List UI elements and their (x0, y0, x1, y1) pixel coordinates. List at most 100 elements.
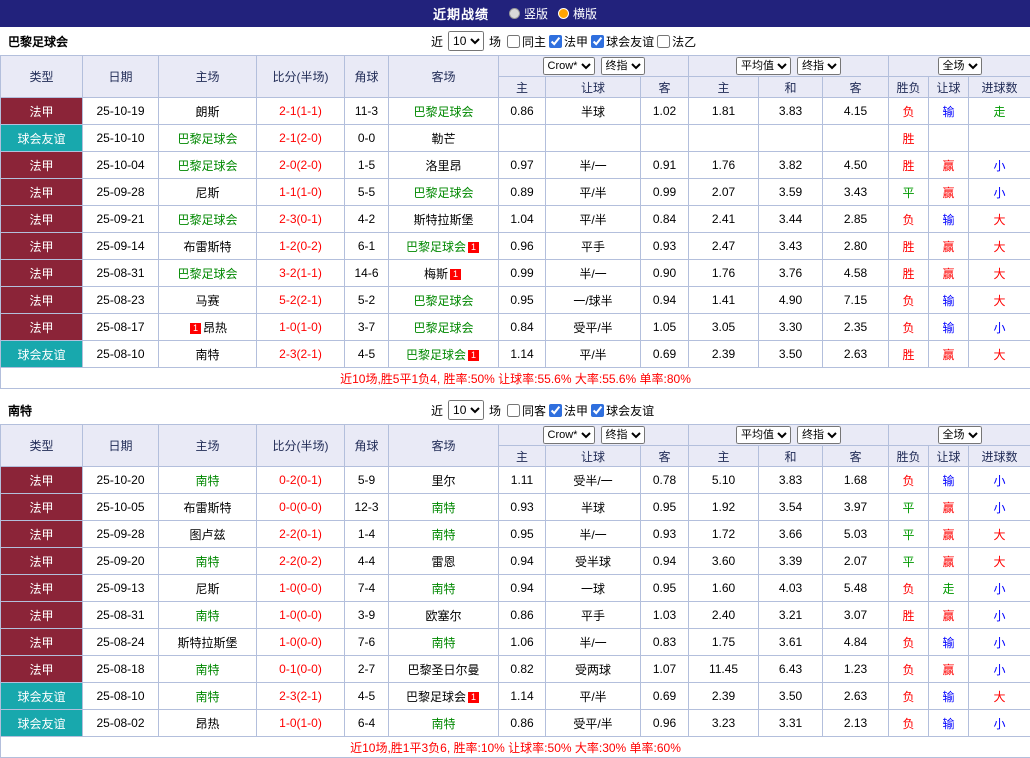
avg-home-cell: 1.92 (689, 494, 759, 521)
odds-away-cell: 0.91 (641, 152, 689, 179)
team-section: 南特近10场同客法甲球会友谊类型日期主场比分(半场)角球客场Crow*终指平均值… (0, 396, 1030, 758)
avg-away-cell: 4.84 (823, 629, 889, 656)
filter-checkbox[interactable] (657, 35, 670, 48)
league-label: 法甲 (29, 609, 53, 623)
filter-option-label: 球会友谊 (606, 402, 654, 419)
result-handicap-cell: 赢 (929, 152, 969, 179)
bookmaker-select[interactable]: Crow* (543, 426, 595, 444)
average-select[interactable]: 平均值 (736, 57, 791, 75)
odds-away-cell: 0.69 (641, 683, 689, 710)
score-cell: 1-0(0-0) (257, 629, 345, 656)
team-name-text: 南特 (431, 582, 455, 596)
result-handicap-cell: 输 (929, 98, 969, 125)
avg-draw-cell: 3.50 (759, 683, 823, 710)
away-team-cell: 南特 (389, 710, 499, 737)
filter-option[interactable]: 同主 (507, 33, 546, 50)
result-goals-cell: 小 (969, 152, 1030, 179)
filter-option[interactable]: 法甲 (549, 402, 588, 419)
avg-draw-cell: 3.66 (759, 521, 823, 548)
team-name-text: 巴黎足球会 (406, 690, 466, 704)
column-subheader: 让球 (929, 446, 969, 467)
filter-bar: 近10场同主法甲球会友谊法乙 (428, 27, 696, 55)
odds-home-cell: 1.06 (499, 629, 546, 656)
scope-select[interactable]: 全场 (938, 426, 982, 444)
radio-horizontal-layout[interactable]: 横版 (558, 5, 597, 22)
home-team-cell: 南特 (159, 656, 257, 683)
filter-option[interactable]: 球会友谊 (591, 33, 654, 50)
result-outcome-cell: 负 (889, 467, 929, 494)
column-subheader: 客 (641, 77, 689, 98)
away-team-cell: 巴黎足球会 (389, 287, 499, 314)
avg-draw-cell: 3.30 (759, 314, 823, 341)
handicap-line-cell (546, 125, 641, 152)
score-cell: 5-2(2-1) (257, 287, 345, 314)
league-cell: 球会友谊 (1, 125, 83, 152)
result-outcome-cell: 负 (889, 683, 929, 710)
team-name-text: 巴黎圣日尔曼 (407, 663, 479, 677)
result-goals-cell: 大 (969, 683, 1030, 710)
avg-draw-cell: 3.61 (759, 629, 823, 656)
average-time-select[interactable]: 终指 (797, 426, 841, 444)
corners-cell: 7-4 (345, 575, 389, 602)
match-count-select[interactable]: 10 (448, 400, 484, 420)
league-label: 法甲 (29, 528, 53, 542)
match-row: 法甲25-08-31南特1-0(0-0)3-9欧塞尔0.86平手1.032.40… (1, 602, 1030, 629)
team-name-text: 斯特拉斯堡 (413, 213, 473, 227)
filter-option[interactable]: 法乙 (657, 33, 696, 50)
odds-time-select[interactable]: 终指 (601, 57, 645, 75)
match-row: 法甲25-09-20南特2-2(0-2)4-4雷恩0.94受半球0.943.60… (1, 548, 1030, 575)
filter-checkbox[interactable] (591, 35, 604, 48)
average-time-select[interactable]: 终指 (797, 57, 841, 75)
column-header: 主场 (159, 56, 257, 98)
match-row: 法甲25-10-20南特0-2(0-1)5-9里尔1.11受半/一0.785.1… (1, 467, 1030, 494)
filter-checkbox[interactable] (507, 404, 520, 417)
team-name-text: 马赛 (195, 294, 219, 308)
filter-checkbox[interactable] (507, 35, 520, 48)
away-team-cell: 梅斯1 (389, 260, 499, 287)
score-cell: 0-2(0-1) (257, 467, 345, 494)
odds-time-select[interactable]: 终指 (601, 426, 645, 444)
avg-home-cell: 2.07 (689, 179, 759, 206)
handicap-line-cell: 一球 (546, 575, 641, 602)
league-label: 法甲 (29, 321, 53, 335)
avg-away-cell: 3.97 (823, 494, 889, 521)
filter-checkbox[interactable] (591, 404, 604, 417)
handicap-line-cell: 受半/一 (546, 467, 641, 494)
team-name-text: 巴黎足球会 (177, 213, 237, 227)
league-cell: 法甲 (1, 260, 83, 287)
odds-home-cell: 1.04 (499, 206, 546, 233)
bookmaker-select[interactable]: Crow* (543, 57, 595, 75)
match-row: 法甲25-09-21巴黎足球会2-3(0-1)4-2斯特拉斯堡1.04平/半0.… (1, 206, 1030, 233)
result-outcome-cell: 平 (889, 548, 929, 575)
result-handicap-cell: 赢 (929, 656, 969, 683)
away-team-cell: 洛里昂 (389, 152, 499, 179)
score-cell: 2-2(0-1) (257, 521, 345, 548)
odds-away-cell: 0.90 (641, 260, 689, 287)
radio-vertical-layout[interactable]: 竖版 (509, 5, 548, 22)
avg-home-cell (689, 125, 759, 152)
avg-home-cell: 2.39 (689, 341, 759, 368)
odds-home-cell: 0.97 (499, 152, 546, 179)
avg-away-cell: 3.43 (823, 179, 889, 206)
avg-away-cell: 2.07 (823, 548, 889, 575)
filter-checkbox[interactable] (549, 404, 562, 417)
team-name-text: 巴黎足球会 (406, 240, 466, 254)
scope-select[interactable]: 全场 (938, 57, 982, 75)
filter-option[interactable]: 球会友谊 (591, 402, 654, 419)
home-team-cell: 巴黎足球会 (159, 152, 257, 179)
average-select[interactable]: 平均值 (736, 426, 791, 444)
sections-container: 巴黎足球会近10场同主法甲球会友谊法乙类型日期主场比分(半场)角球客场Crow*… (0, 27, 1030, 758)
team-name-text: 图卢兹 (189, 528, 225, 542)
avg-draw-cell: 3.43 (759, 233, 823, 260)
home-team-cell: 尼斯 (159, 179, 257, 206)
team-name-text: 南特 (195, 555, 219, 569)
avg-home-cell: 2.41 (689, 206, 759, 233)
match-count-select[interactable]: 10 (448, 31, 484, 51)
match-row: 法甲25-08-24斯特拉斯堡1-0(0-0)7-6南特1.06半/一0.831… (1, 629, 1030, 656)
home-team-cell: 布雷斯特 (159, 233, 257, 260)
handicap-line-cell: 平/半 (546, 206, 641, 233)
filter-option[interactable]: 同客 (507, 402, 546, 419)
score-cell: 2-2(0-2) (257, 548, 345, 575)
filter-checkbox[interactable] (549, 35, 562, 48)
filter-option[interactable]: 法甲 (549, 33, 588, 50)
